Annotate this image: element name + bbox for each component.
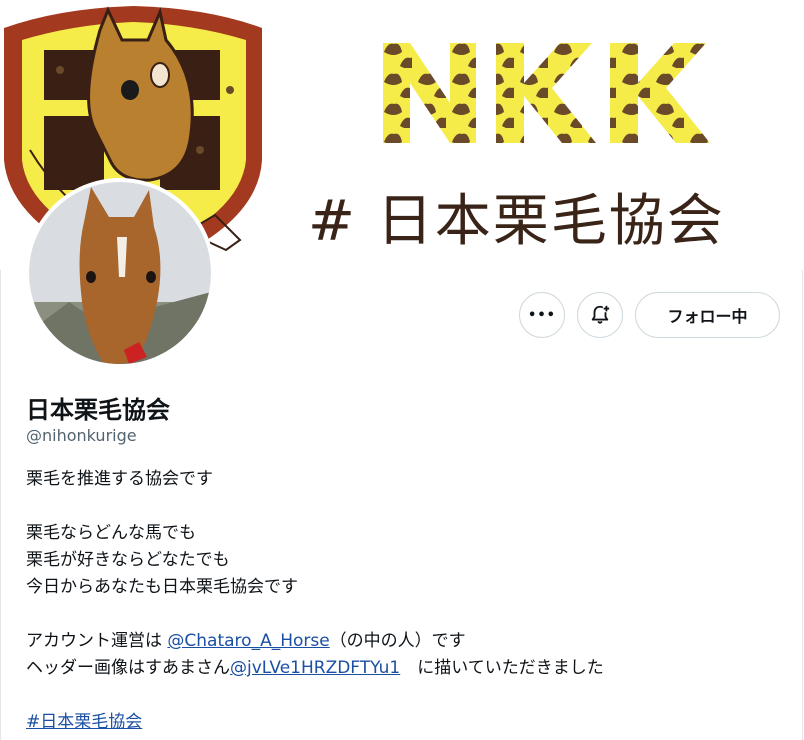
horse-photo [29,182,211,364]
bio-line: ヘッダー画像はすあまさん@jvLVe1HRZDFTYu1 に描いていただきました [26,658,604,678]
bell-plus-icon [591,304,611,324]
bio-line: 栗毛を推進する協会です [26,469,213,489]
mention-link[interactable]: @Chataro_A_Horse [167,631,329,651]
more-icon: ••• [528,307,556,323]
nkk-logo [383,43,710,143]
profile-bio: 栗毛を推進する協会です 栗毛ならどんな馬でも 栗毛が好きならどなたでも 今日から… [26,466,604,736]
more-options-button[interactable]: ••• [519,292,565,338]
bio-line: 栗毛が好きならどなたでも [26,550,230,570]
mention-link[interactable]: @jvLVe1HRZDFTYu1 [230,658,400,678]
profile-actions: ••• フォロー中 [519,292,780,338]
bio-line: #日本栗毛協会 [26,709,604,736]
bio-line: アカウント運営は @Chataro_A_Horse（の中の人）です [26,631,466,651]
hashtag-link[interactable]: #日本栗毛協会 [26,712,142,732]
bio-line: 今日からあなたも日本栗毛協会です [26,577,298,597]
following-button[interactable]: フォロー中 [635,292,780,338]
profile-name: 日本栗毛協会 [26,396,170,424]
profile-handle: @nihonkurige [26,426,137,445]
profile-avatar[interactable] [25,178,215,368]
bio-line: 栗毛ならどんな馬でも [26,523,196,543]
notifications-button[interactable] [577,292,623,338]
banner-hashtag: # 日本栗毛協会 [308,189,725,254]
